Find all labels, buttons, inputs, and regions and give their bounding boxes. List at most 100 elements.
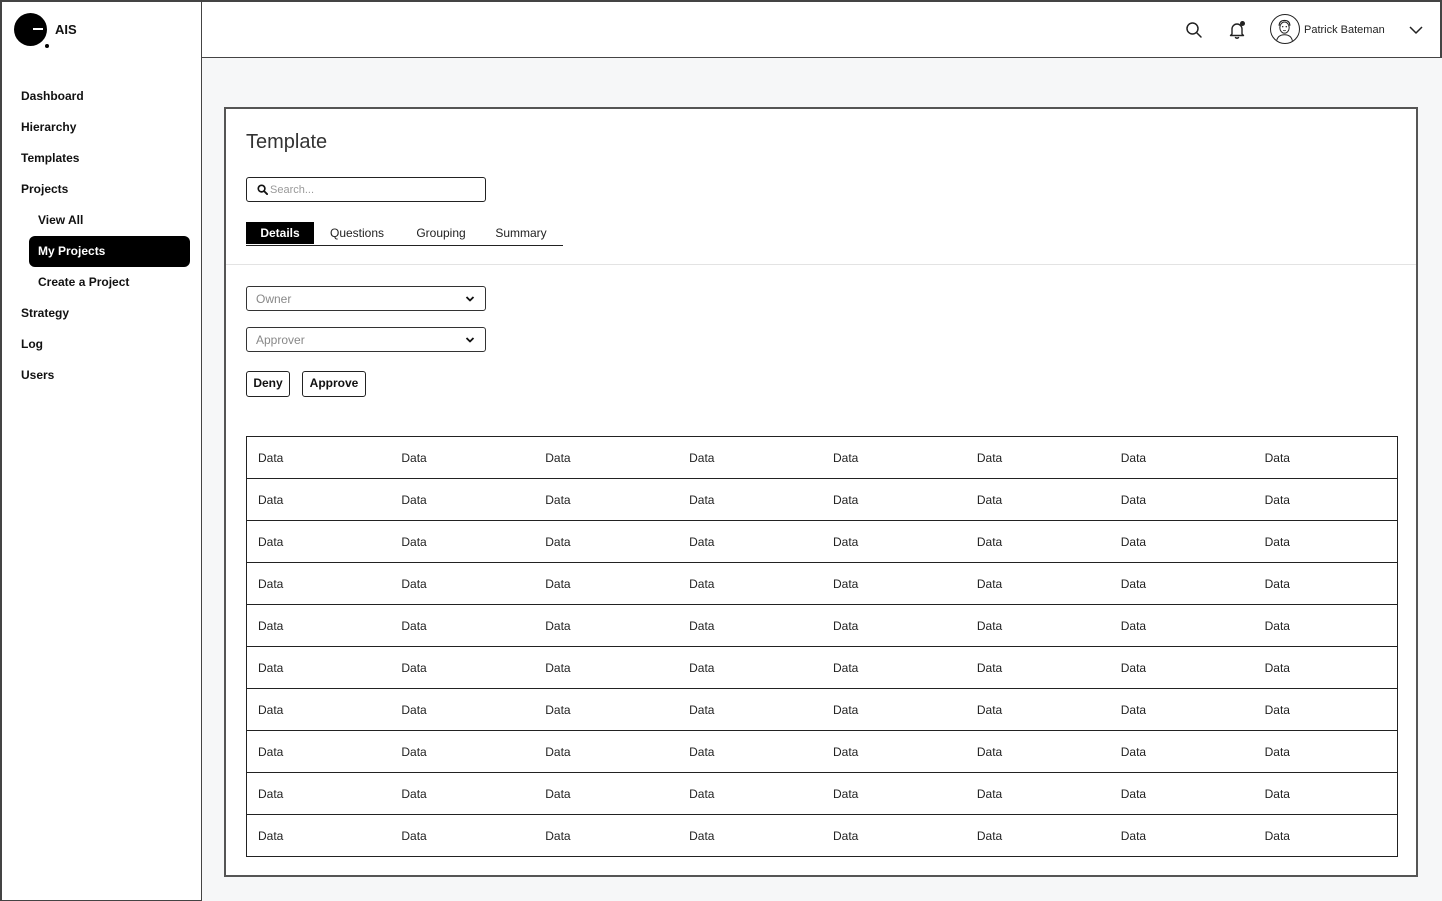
table-cell: Data [678,772,822,815]
table-row[interactable]: Data Data Data Data Data Data Data Data [246,646,1398,689]
table-cell: Data [390,730,535,773]
table-cell: Data [390,562,535,605]
table-cell: Data [678,436,822,479]
search-input[interactable] [270,181,475,198]
table-cell: Data [1120,828,1147,843]
chevron-down-icon[interactable] [1408,22,1424,38]
table-cell: Data [246,436,391,479]
table-cell: Data [401,828,427,843]
table-cell: Data [822,688,966,731]
table-cell: Data [390,688,535,731]
table-cell: Data [534,688,679,731]
sidebar-item-my-projects[interactable]: My Projects [29,236,190,267]
sidebar-item-strategy[interactable]: Strategy [21,298,69,329]
user-name[interactable]: Patrick Bateman [1304,24,1385,36]
table-row[interactable]: Data Data Data Data Data Data Data Data [246,562,1398,605]
table-cell: Data [965,562,1110,605]
table-cell: Data [689,828,715,843]
table-cell: Data [1109,772,1254,815]
table-cell: Data [678,646,822,689]
approve-button[interactable]: Approve [302,371,366,397]
tab-grouping[interactable]: Grouping [404,222,478,244]
table-cell: Data [1264,828,1290,843]
table-row[interactable]: Data Data Data Data Data Data Data Data [246,772,1398,815]
data-table: Data Data Data Data Data Data Data Data Data Data… [246,436,1398,857]
table-cell: Data [1253,772,1398,815]
table-row[interactable]: Data Data Data Data Data Data Data Data [246,520,1398,563]
table-cell: Data [390,646,535,689]
table-cell: Data [1109,730,1254,773]
sidebar-item-create-project[interactable]: Create a Project [29,267,190,298]
table-cell: Data [822,604,966,647]
table-cell: Data [390,478,535,521]
table-cell: Data [965,646,1110,689]
table-cell: Data [258,828,284,843]
top-bar: Patrick Bateman [201,0,1442,58]
table-row[interactable]: Data Data Data Data Data Data Data Data [247,815,1398,857]
table-cell: Data [1253,436,1398,479]
owner-select[interactable]: Owner [246,286,486,311]
table-cell: Data [822,730,966,773]
table-cell: Data [534,436,679,479]
table-cell: Data [534,478,679,521]
table-cell: Data [246,646,391,689]
table-cell: Data [534,730,679,773]
table-cell: Data [822,562,966,605]
table-cell: Data [1109,688,1254,731]
page-title: Template [246,131,328,153]
table-cell: Data [545,828,571,843]
sidebar-item-dashboard[interactable]: Dashboard [21,81,84,112]
table-cell: Data [1253,562,1398,605]
table-cell: Data [390,520,535,563]
table-cell: Data [1109,520,1254,563]
avatar-icon[interactable] [1270,14,1300,44]
sidebar-item-hierarchy[interactable]: Hierarchy [21,112,76,143]
logo-area[interactable]: AIS [0,0,202,58]
table-cell: Data [534,604,679,647]
owner-select-placeholder: Owner [256,292,292,306]
table-cell: Data [965,730,1110,773]
bell-icon[interactable] [1227,20,1247,40]
table-cell: Data [534,562,679,605]
chevron-down-icon [465,337,475,343]
search-icon[interactable] [1184,20,1204,40]
divider [226,264,1416,265]
table-cell: Data [1109,478,1254,521]
sidebar-item-view-all[interactable]: View All [29,205,190,236]
table-cell: Data [1253,604,1398,647]
search-field[interactable] [246,177,486,202]
tab-details[interactable]: Details [246,222,314,244]
table-cell: Data [965,436,1110,479]
table-cell: Data [534,520,679,563]
table-cell: Data [678,688,822,731]
chevron-down-icon [465,296,475,302]
table-row[interactable]: Data Data Data Data Data Data Data Data [246,478,1398,521]
table-cell: Data [965,772,1110,815]
table-cell: Data [678,562,822,605]
table-cell: Data [965,478,1110,521]
sidebar-item-log[interactable]: Log [21,329,43,360]
table-cell: Data [1109,436,1254,479]
approver-select[interactable]: Approver [246,327,486,352]
table-cell: Data [678,604,822,647]
table-cell: Data [1253,520,1398,563]
table-cell: Data [534,646,679,689]
sidebar: Dashboard Hierarchy Templates Projects V… [0,57,202,901]
app-name: AIS [55,22,77,37]
table-cell: Data [1109,646,1254,689]
table-row[interactable]: Data Data Data Data Data Data Data Data [246,604,1398,647]
logo-icon [14,13,49,48]
sidebar-item-templates[interactable]: Templates [21,143,79,174]
sidebar-item-projects[interactable]: Projects [21,174,68,205]
deny-button[interactable]: Deny [246,371,290,397]
table-cell: Data [246,520,391,563]
table-cell: Data [965,688,1110,731]
table-cell: Data [833,828,859,843]
table-row[interactable]: Data Data Data Data Data Data Data Data [246,688,1398,731]
table-cell: Data [246,478,391,521]
sidebar-item-users[interactable]: Users [21,360,54,391]
tab-questions[interactable]: Questions [320,222,394,244]
table-row[interactable]: Data Data Data Data Data Data Data Data [246,436,1398,479]
tab-summary[interactable]: Summary [486,222,556,244]
table-row[interactable]: Data Data Data Data Data Data Data Data [246,730,1398,773]
